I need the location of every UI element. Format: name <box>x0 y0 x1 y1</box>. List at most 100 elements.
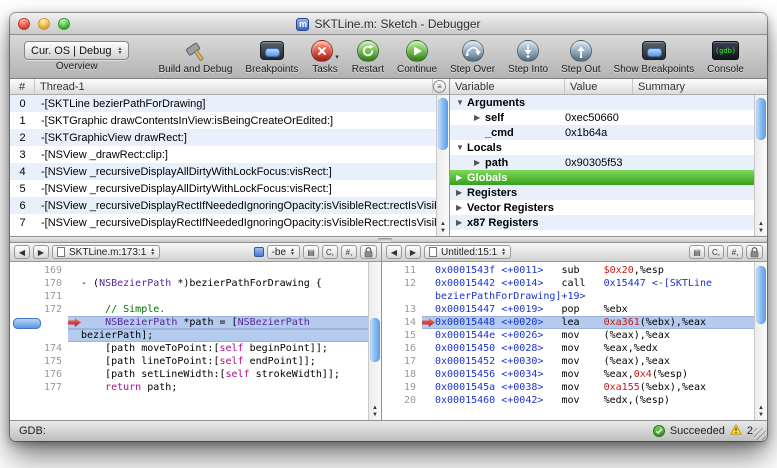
function-popup[interactable]: -be <box>267 245 300 259</box>
toolbar-tasks[interactable]: ▾ Tasks <box>311 38 339 75</box>
toolbar-step-out[interactable]: Step Out <box>561 38 600 75</box>
code-line[interactable]: 16 0x00015450 <+0028> mov %eax,%edx <box>382 342 754 355</box>
disclosure-triangle-icon[interactable]: ▶ <box>456 188 467 197</box>
line-number-gutter[interactable]: 19 <box>382 381 422 394</box>
scroll-down-icon[interactable]: ▼ <box>440 228 446 235</box>
variable-row[interactable]: ▶ path 0x90305f53 <box>450 155 754 170</box>
line-number-gutter[interactable]: 14 <box>382 316 422 329</box>
toolbar-build-and-debug[interactable]: Build and Debug <box>158 38 232 75</box>
disassembly-scrollbar[interactable]: ▲ ▼ <box>754 262 767 420</box>
toolbar-breakpoints[interactable]: Breakpoints <box>245 38 298 75</box>
disclosure-triangle-icon[interactable]: ▶ <box>456 218 467 227</box>
code-line[interactable]: 175 [path lineToPoint:[self endPoint]]; <box>10 355 368 368</box>
counterpart-button[interactable]: C, <box>322 245 338 259</box>
scrollbar-thumb[interactable] <box>756 98 766 140</box>
line-number-gutter[interactable]: 174 <box>10 342 68 355</box>
line-number-gutter[interactable]: 15 <box>382 329 422 342</box>
disclosure-triangle-icon[interactable]: ▼ <box>456 143 467 152</box>
code-line[interactable]: 20 0x00015460 <+0042> mov %edx,(%esp) <box>382 394 754 407</box>
close-button[interactable] <box>18 18 30 30</box>
line-number-gutter[interactable]: 169 <box>10 264 68 277</box>
scroll-up-icon[interactable]: ▲ <box>372 405 378 412</box>
scroll-up-icon[interactable]: ▲ <box>758 221 764 228</box>
line-number-gutter[interactable]: 175 <box>10 355 68 368</box>
line-number-gutter[interactable]: 13 <box>382 303 422 316</box>
file-popup[interactable]: Untitled:15:1 <box>424 245 511 259</box>
code-line[interactable]: 12 0x00015442 <+0014> call 0x15447 <-[SK… <box>382 277 754 290</box>
variable-row[interactable]: ▶ x87 Registers <box>450 215 754 230</box>
code-line[interactable]: 13 0x00015447 <+0019> pop %ebx <box>382 303 754 316</box>
code-line[interactable]: 172 // Simple. <box>10 303 368 316</box>
code-line[interactable]: 174 [path moveToPoint:[self beginPoint]]… <box>10 342 368 355</box>
variable-row[interactable]: ▶ Globals <box>450 170 754 185</box>
variable-row[interactable]: ▶ self 0xec50660 <box>450 110 754 125</box>
toolbar-console[interactable]: (gdb) Console <box>707 38 744 75</box>
disclosure-triangle-icon[interactable]: ▼ <box>456 98 467 107</box>
lock-button[interactable] <box>746 245 763 259</box>
scrollbar-thumb[interactable] <box>756 266 766 324</box>
line-number-gutter[interactable]: 170 <box>10 277 68 290</box>
line-number-gutter[interactable] <box>10 329 68 342</box>
code-line[interactable]: 177 return path; <box>10 381 368 394</box>
variables-scrollbar[interactable]: ▲ ▼ <box>754 95 767 236</box>
minimize-button[interactable] <box>38 18 50 30</box>
code-line[interactable]: 18 0x00015456 <+0034> mov %eax,0x4(%esp) <box>382 368 754 381</box>
stack-frame-row[interactable]: 3 -[NSView _drawRect:clip:] <box>10 146 436 163</box>
stack-scrollbar[interactable]: ▲ ▼ <box>436 95 449 236</box>
disassembly-code[interactable]: 11 0x0001543f <+0011> sub $0x20,%esp 12 … <box>382 262 754 420</box>
horizontal-splitter[interactable] <box>10 237 767 243</box>
line-number-gutter[interactable] <box>382 290 422 303</box>
warning-icon[interactable] <box>730 424 742 438</box>
zoom-button[interactable] <box>58 18 70 30</box>
split-editor-button[interactable]: ▤ <box>303 245 319 259</box>
disclosure-triangle-icon[interactable]: ▶ <box>456 203 467 212</box>
stack-frame-row[interactable]: 2 -[SKTGraphicView drawRect:] <box>10 129 436 146</box>
overview-popup[interactable]: Cur. OS | Debug <box>24 41 129 60</box>
line-number-gutter[interactable]: 17 <box>382 355 422 368</box>
forward-button[interactable]: ▶ <box>405 245 421 259</box>
code-line[interactable]: 17 0x00015452 <+0030> mov (%eax),%eax <box>382 355 754 368</box>
toolbar-restart[interactable]: Restart <box>352 38 384 75</box>
back-button[interactable]: ◀ <box>14 245 30 259</box>
variable-row[interactable]: ▶ Registers <box>450 185 754 200</box>
stack-frame-row[interactable]: 0 -[SKTLine bezierPathForDrawing] <box>10 95 436 112</box>
line-number-gutter[interactable]: 11 <box>382 264 422 277</box>
source-code[interactable]: 169 170 - (NSBezierPath *)bezierPathForD… <box>10 262 368 420</box>
scroll-up-icon[interactable]: ▲ <box>758 405 764 412</box>
variable-row[interactable]: ▼ Locals <box>450 140 754 155</box>
code-line[interactable]: 15 0x0001544e <+0026> mov (%eax),%eax <box>382 329 754 342</box>
scroll-down-icon[interactable]: ▼ <box>758 412 764 419</box>
thread-options-button[interactable]: ≡ <box>433 80 446 93</box>
line-number-gutter[interactable] <box>10 316 68 329</box>
variable-row[interactable]: _cmd 0x1b64a <box>450 125 754 140</box>
stack-frame-row[interactable]: 6 -[NSView _recursiveDisplayRectIfNeeded… <box>10 197 436 214</box>
line-number-gutter[interactable]: 171 <box>10 290 68 303</box>
disclosure-triangle-icon[interactable]: ▶ <box>474 113 485 122</box>
disclosure-triangle-icon[interactable]: ▶ <box>456 173 467 182</box>
line-number-gutter[interactable]: 177 <box>10 381 68 394</box>
code-line[interactable]: 176 [path setLineWidth:[self strokeWidth… <box>10 368 368 381</box>
code-line[interactable]: 171 <box>10 290 368 303</box>
stack-frame-row[interactable]: 4 -[NSView _recursiveDisplayAllDirtyWith… <box>10 163 436 180</box>
lock-button[interactable] <box>360 245 377 259</box>
file-popup[interactable]: SKTLine.m:173:1 <box>52 245 160 259</box>
code-line[interactable]: 19 0x0001545a <+0038> mov 0xa155(%ebx),%… <box>382 381 754 394</box>
titlebar[interactable]: m SKTLine.m: Sketch - Debugger <box>10 13 767 35</box>
line-number-gutter[interactable]: 18 <box>382 368 422 381</box>
back-button[interactable]: ◀ <box>386 245 402 259</box>
code-line[interactable]: 14 0x00015448 <+0020> lea 0xa361(%ebx),%… <box>382 316 754 329</box>
stack-frame-row[interactable]: 7 -[NSView _recursiveDisplayRectIfNeeded… <box>10 214 436 231</box>
code-line[interactable]: NSBezierPath *path = [NSBezierPath <box>10 316 368 329</box>
code-line[interactable]: bezierPath]; <box>10 329 368 342</box>
warning-count[interactable]: 2 <box>747 425 753 437</box>
scroll-down-icon[interactable]: ▼ <box>758 228 764 235</box>
stack-frame-row[interactable]: 5 -[NSView _recursiveDisplayAllDirtyWith… <box>10 180 436 197</box>
line-number-gutter[interactable]: 20 <box>382 394 422 407</box>
split-editor-button[interactable]: ▤ <box>689 245 705 259</box>
scrollbar-thumb[interactable] <box>370 318 380 362</box>
source-scrollbar[interactable]: ▲ ▼ <box>368 262 381 420</box>
forward-button[interactable]: ▶ <box>33 245 49 259</box>
line-number-gutter[interactable]: 172 <box>10 303 68 316</box>
variable-row[interactable]: ▼ Arguments <box>450 95 754 110</box>
code-line[interactable]: 11 0x0001543f <+0011> sub $0x20,%esp <box>382 264 754 277</box>
